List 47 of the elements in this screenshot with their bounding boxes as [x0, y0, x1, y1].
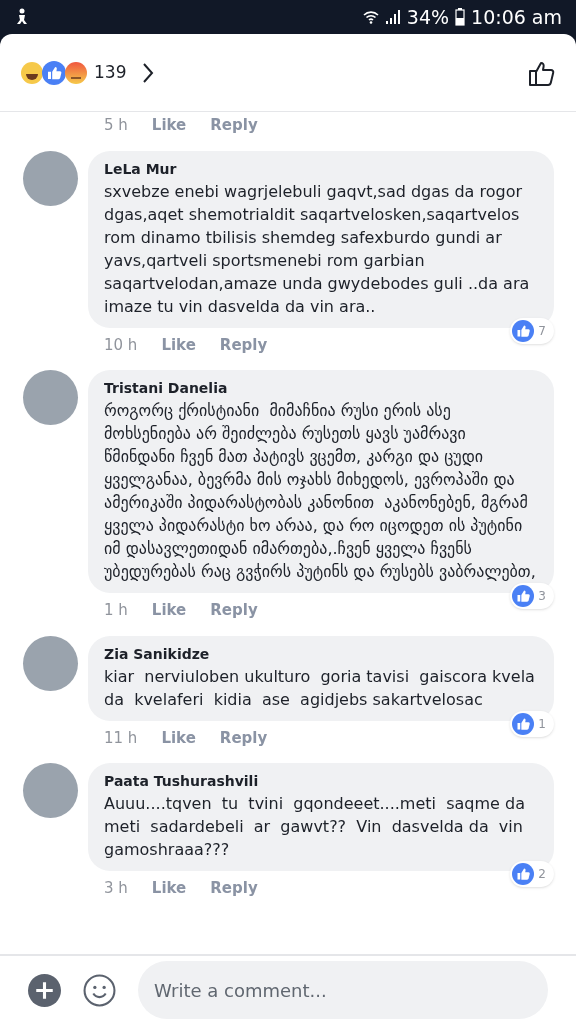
signal-icon	[384, 9, 401, 25]
like-link[interactable]: Like	[151, 114, 187, 137]
comment-time: 10 h	[104, 334, 138, 356]
comment-input[interactable]: Write a comment...	[138, 961, 548, 1019]
avatar-photo-placeholder[interactable]	[23, 635, 78, 691]
reply-link[interactable]: Reply	[219, 333, 268, 356]
comment-time: 5 h	[104, 115, 128, 136]
comment-author[interactable]: Tristani Danelia	[104, 378, 538, 399]
comment-time: 11 h	[104, 727, 138, 749]
reply-link[interactable]: Reply	[210, 877, 258, 900]
add-icon[interactable]	[28, 973, 61, 1007]
reaction-count-badge[interactable]: 3	[510, 583, 554, 609]
avatar-photo-placeholder[interactable]	[23, 150, 78, 206]
reply-link[interactable]: Reply	[219, 726, 268, 749]
reaction-emojis-icon[interactable]	[20, 60, 88, 85]
like-icon	[512, 585, 535, 607]
comment-author[interactable]: LeLa Mur	[104, 158, 538, 180]
chevron-right-icon[interactable]	[142, 61, 155, 84]
accessibility-icon	[14, 8, 30, 26]
reply-link[interactable]: Reply	[210, 114, 258, 137]
avatar-photo-placeholder[interactable]	[23, 370, 78, 425]
like-icon	[512, 319, 535, 342]
avatar-photo-placeholder[interactable]	[23, 763, 78, 818]
battery-percent: 34%	[406, 4, 450, 30]
like-icon	[512, 863, 535, 885]
reaction-count-badge[interactable]: 7	[510, 317, 554, 344]
like-link[interactable]: Like	[161, 333, 196, 356]
comment-author[interactable]: Zia Sanikidze	[104, 643, 538, 665]
comment-text: kiar nerviuloben ukulturo goria tavisi gaiscora kvela da kvelaferi kidia ase agidjebs sakartvelosac	[104, 665, 536, 711]
reaction-count-badge[interactable]: 1	[510, 710, 554, 737]
comment-time: 1 h	[104, 600, 128, 621]
battery-icon	[455, 8, 466, 26]
comment-author[interactable]: Paata Tushurashvili	[104, 771, 538, 792]
smiley-icon[interactable]	[83, 973, 116, 1007]
like-icon	[512, 712, 535, 735]
comment-text: Auuu....tqven tu tvini gqondeeet....meti saqme da meti sadardebeli ar gawvt?? Vin dasvelda da vin gamoshraaa???	[104, 793, 526, 861]
like-link[interactable]: Like	[161, 726, 196, 749]
like-link[interactable]: Like	[151, 599, 187, 622]
like-link[interactable]: Like	[151, 877, 187, 900]
comment-text: sxvebze enebi wagrjelebuli gaqvt,sad dgas da rogor dgas,aqet shemotrialdit saqartvelosken,saqartvelos rom dinamo tbilisis shemdeg safexburdo gundi ar yavs,qartveli sportsmenebi rom garbian saqartvelodan,amaze unda gwydebodes guli ..da ara imaze tu vin dasvelda da vin ara..	[104, 180, 531, 318]
reply-link[interactable]: Reply	[210, 599, 258, 622]
clock-time: 10:06 am	[471, 4, 562, 30]
comment-text: როგორც ქრისტიანი მიმაჩნია რუსი ერის ასე მოხსენიება არ შეიძლება რუსეთს ყავს უამრავი წმინდანი ჩვენ მათ პატივს ვცემთ, კარგი და ცუდი ყველგანაა, ბევრმა მის ოჯახს მიხედოს, ევროპაში და ამერიკაში პიდარასტობას კანონით აკანონებენ, მგრამ ყველა პიდარასტი ხო არაა, და რო იცოდეთ ის პუტინი იმ დასავლეთიდან იმართება,.ჩვენ ყველა ჩვენს უბედურებას რაც გვჭირს პუტინს და რუსებს ვაბრალებთ,	[104, 400, 537, 583]
reaction-count[interactable]: 139	[94, 59, 127, 86]
reaction-count-badge[interactable]: 2	[510, 861, 554, 887]
comment-time: 3 h	[104, 878, 128, 899]
wifi-icon	[362, 9, 379, 25]
